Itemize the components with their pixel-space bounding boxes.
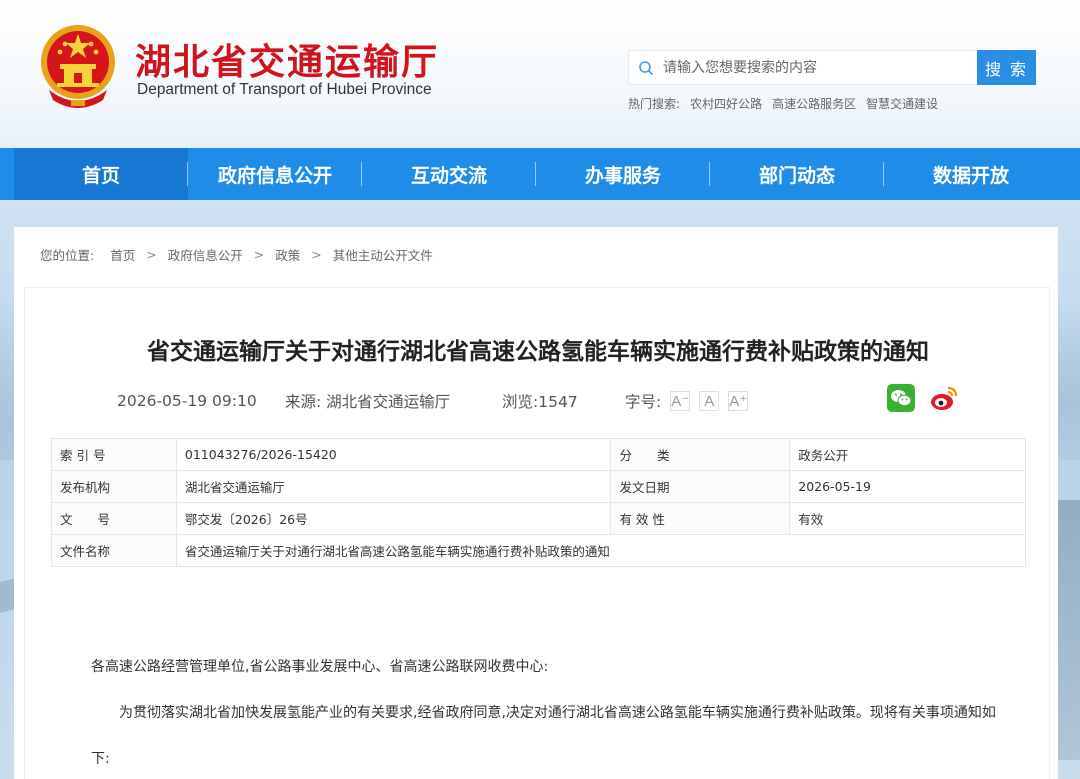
views-label: 浏览: (502, 393, 539, 411)
table-cell-value: 鄂交发〔2026〕26号 (175, 502, 612, 535)
wechat-share-icon[interactable] (887, 384, 915, 412)
nav-item-interaction[interactable]: 互动交流 (362, 148, 536, 200)
breadcrumb: 您的位置: 首页 > 政府信息公开 > 政策 > 其他主动公开文件 (40, 245, 433, 264)
table-cell-label: 文 号 (51, 502, 177, 535)
breadcrumb-item[interactable]: 其他主动公开文件 (333, 245, 433, 264)
views-value: 1547 (538, 393, 578, 411)
breadcrumb-label: 您的位置: (40, 248, 95, 263)
table-cell-label: 发布机构 (51, 470, 177, 503)
font-decrease-button[interactable]: A⁻ (670, 391, 691, 411)
search-box: 搜 索 (628, 50, 1036, 85)
nav-label: 首页 (81, 164, 120, 187)
site-header: 湖北省交通运输厅 Department of Transport of Hube… (0, 0, 1080, 148)
table-row: 发布机构 湖北省交通运输厅 发文日期 2026-05-19 (51, 470, 1026, 503)
breadcrumb-item[interactable]: 首页 (110, 245, 135, 264)
table-cell-label: 索 引 号 (51, 438, 177, 471)
weibo-share-icon[interactable] (929, 384, 959, 412)
source-value: 湖北省交通运输厅 (326, 393, 451, 411)
nav-item-dept-news[interactable]: 部门动态 (710, 148, 884, 200)
table-cell-value: 省交通运输厅关于对通行湖北省高速公路氢能车辆实施通行费补贴政策的通知 (175, 534, 1027, 567)
table-cell-label: 文件名称 (51, 534, 177, 567)
search-button[interactable]: 搜 索 (977, 50, 1036, 85)
nav-label: 数据开放 (932, 164, 1009, 187)
hot-search-label: 热门搜索: (628, 97, 681, 111)
article-meta: 2026-05-19 09:10 来源: 湖北省交通运输厅 浏览:1547 字号… (117, 390, 749, 412)
breadcrumb-separator: > (311, 247, 322, 262)
table-row: 索 引 号 011043276/2026-15420 分 类 政务公开 (51, 438, 1026, 471)
site-title: 湖北省交通运输厅 (135, 42, 440, 83)
nav-item-gov-info[interactable]: 政府信息公开 (188, 148, 362, 200)
article-panel: 省交通运输厅关于对通行湖北省高速公路氢能车辆实施通行费补贴政策的通知 2026-… (24, 287, 1050, 779)
nav-label: 办事服务 (584, 164, 661, 187)
table-row: 文 号 鄂交发〔2026〕26号 有 效 性 有效 (51, 502, 1026, 535)
table-cell-label: 发文日期 (610, 470, 791, 503)
main-nav: 首页 政府信息公开 互动交流 办事服务 部门动态 数据开放 (0, 148, 1080, 200)
table-cell-label: 分 类 (610, 438, 791, 471)
search-icon (629, 51, 663, 84)
table-cell-value: 湖北省交通运输厅 (175, 470, 612, 503)
content-card: 您的位置: 首页 > 政府信息公开 > 政策 > 其他主动公开文件 省交通运输厅… (14, 227, 1058, 779)
breadcrumb-separator: > (146, 247, 157, 262)
font-normal-button[interactable]: A (699, 391, 720, 411)
table-row: 文件名称 省交通运输厅关于对通行湖北省高速公路氢能车辆实施通行费补贴政策的通知 (51, 534, 1027, 567)
table-cell-label: 有 效 性 (610, 502, 791, 535)
table-cell-value: 有效 (789, 502, 1026, 535)
source-label: 来源: (285, 393, 322, 411)
nav-label: 政府信息公开 (217, 164, 332, 187)
hot-search-link[interactable]: 高速公路服务区 (772, 95, 856, 112)
article-body: 各高速公路经营管理单位,省公路事业发展中心、省高速公路联网收费中心: 为贯彻落实… (91, 644, 1001, 779)
nav-item-open-data[interactable]: 数据开放 (884, 148, 1058, 200)
document-info-table: 索 引 号 011043276/2026-15420 分 类 政务公开 发布机构… (51, 438, 1027, 567)
breadcrumb-item[interactable]: 政策 (275, 245, 300, 264)
table-cell-value: 政务公开 (789, 438, 1026, 471)
view-count: 浏览:1547 (502, 390, 625, 412)
hot-search-link[interactable]: 农村四好公路 (690, 95, 762, 112)
publish-date: 2026-05-19 09:10 (117, 392, 257, 410)
hot-search-link[interactable]: 智慧交通建设 (866, 95, 938, 112)
hot-search: 热门搜索: 农村四好公路 高速公路服务区 智慧交通建设 (628, 95, 938, 112)
nav-label: 互动交流 (410, 164, 487, 187)
article-title: 省交通运输厅关于对通行湖北省高速公路氢能车辆实施通行费补贴政策的通知 (147, 339, 929, 365)
font-size-label: 字号: (625, 393, 662, 411)
search-input[interactable] (663, 51, 977, 84)
nav-label: 部门动态 (758, 164, 835, 187)
article-source: 来源: 湖北省交通运输厅 (285, 390, 502, 412)
nav-item-home[interactable]: 首页 (14, 148, 188, 200)
nav-item-services[interactable]: 办事服务 (536, 148, 710, 200)
table-cell-value: 2026-05-19 (789, 470, 1026, 503)
national-emblem-icon (41, 25, 115, 108)
site-subtitle: Department of Transport of Hubei Provinc… (137, 81, 432, 98)
salutation: 各高速公路经营管理单位,省公路事业发展中心、省高速公路联网收费中心: (91, 659, 549, 675)
table-cell-value: 011043276/2026-15420 (175, 438, 612, 471)
body-paragraph: 为贯彻落实湖北省加快发展氢能产业的有关要求,经省政府同意,决定对通行湖北省高速公… (91, 705, 996, 767)
font-increase-button[interactable]: A⁺ (728, 391, 749, 411)
breadcrumb-item[interactable]: 政府信息公开 (168, 245, 243, 264)
breadcrumb-separator: > (253, 247, 265, 262)
